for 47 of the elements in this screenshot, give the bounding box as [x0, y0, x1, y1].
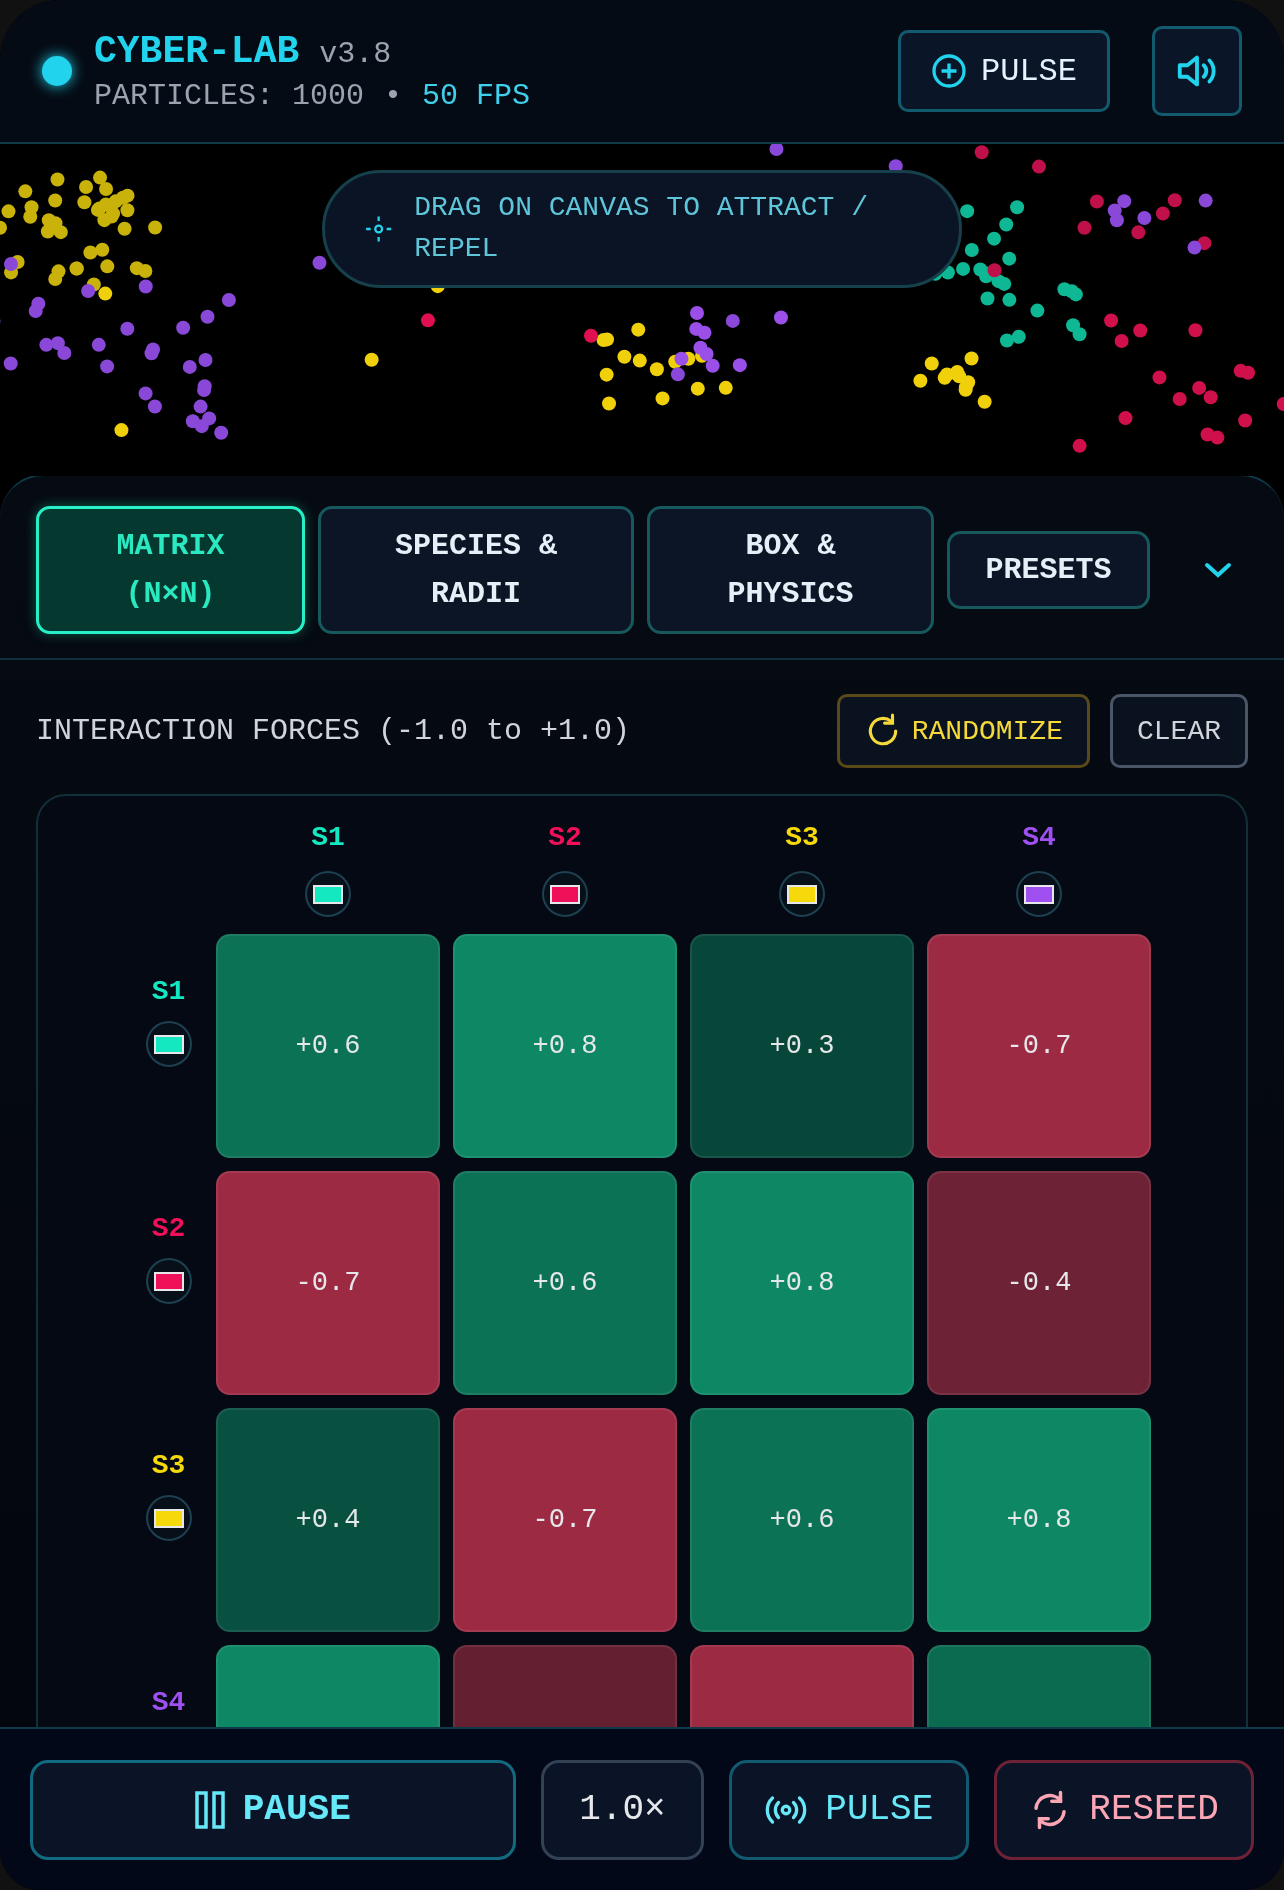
crosshair-icon — [365, 214, 393, 244]
row-label: S2 — [151, 1213, 186, 1244]
species-swatch — [145, 1495, 192, 1541]
matrix-cell[interactable]: +0.8 — [690, 1171, 914, 1395]
matrix-cell[interactable]: +0.8 — [927, 1408, 1151, 1632]
app-title: CYBER-LAB — [94, 29, 300, 73]
matrix-cell[interactable]: +0.8 — [453, 934, 677, 1158]
status-dot — [42, 56, 72, 86]
tab[interactable]: BOX & PHYSICS — [647, 506, 934, 634]
matrix-cell[interactable]: +0.6 — [453, 1171, 677, 1395]
column-label: S3 — [785, 822, 819, 853]
particle-count: PARTICLES: 1000 — [94, 78, 365, 113]
tab[interactable]: MATRIX (N×N) — [36, 506, 305, 634]
column-label: S1 — [311, 822, 345, 853]
species-swatch — [145, 1021, 192, 1067]
row-label: S1 — [151, 976, 186, 1007]
matrix-cell[interactable]: -0.7 — [453, 1408, 677, 1632]
row-label: S4 — [151, 1687, 186, 1718]
pause-button[interactable]: PAUSE — [30, 1759, 516, 1860]
matrix-cell[interactable]: -0.7 — [216, 1171, 440, 1395]
pulse-button[interactable]: PULSE — [729, 1759, 970, 1860]
matrix-cell[interactable]: +0.6 — [216, 934, 440, 1158]
clear-button[interactable]: CLEAR — [1110, 694, 1248, 768]
matrix-cell[interactable]: +0.4 — [216, 1408, 440, 1632]
species-swatch — [145, 1258, 192, 1304]
matrix-cell[interactable]: -0.4 — [927, 1171, 1151, 1395]
column-label: S4 — [1022, 822, 1056, 853]
tab[interactable]: PRESETS — [947, 531, 1150, 609]
matrix-cell[interactable]: -0.7 — [927, 934, 1151, 1158]
speed-button[interactable]: 1.0× — [540, 1759, 705, 1860]
column-label: S2 — [548, 822, 582, 853]
matrix-cell[interactable]: +0.6 — [690, 1408, 914, 1632]
section-title: INTERACTION FORCES (-1.0 to +1.0) — [36, 714, 632, 748]
version-label: v3.8 — [319, 36, 392, 71]
row-label: S3 — [151, 1450, 186, 1481]
pause-icon — [194, 1790, 225, 1829]
matrix-cell[interactable]: +0.3 — [690, 934, 914, 1158]
reseed-button[interactable]: RESEED — [994, 1759, 1254, 1860]
randomize-button[interactable]: RANDOMIZE — [836, 694, 1090, 768]
hint-text: DRAG ON CANVAS TO ATTRACT / REPEL — [414, 191, 869, 266]
fps-label: 50 FPS — [422, 78, 531, 113]
chevron-down-icon[interactable] — [1203, 560, 1233, 580]
sound-button[interactable] — [1152, 26, 1242, 116]
tab[interactable]: SPECIES & RADII — [318, 506, 634, 634]
plus-circle-icon — [931, 53, 967, 89]
separator-dot: • — [384, 78, 403, 113]
pulse-button[interactable]: PULSE — [898, 30, 1110, 112]
